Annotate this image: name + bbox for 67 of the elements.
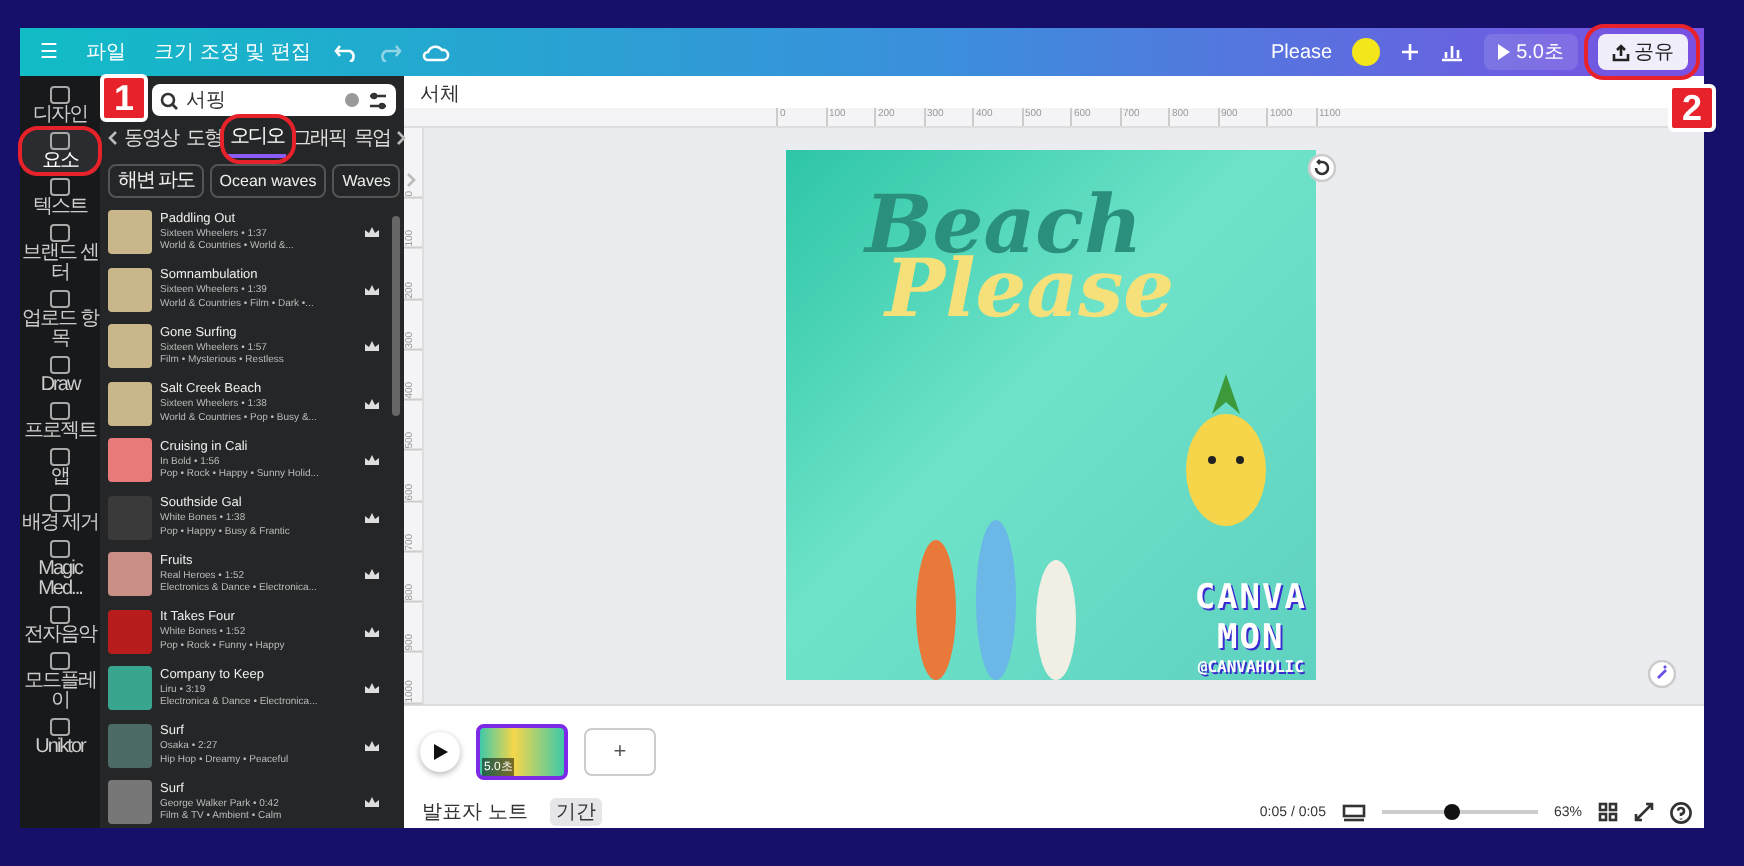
step-number: 1: [100, 74, 148, 122]
design-title[interactable]: Please: [1271, 41, 1333, 63]
rail-item[interactable]: 전자음악: [22, 604, 98, 648]
search-query[interactable]: 서핑: [186, 86, 226, 114]
duration-button[interactable]: 기간: [549, 798, 602, 826]
rail-item[interactable]: 브랜드 센터: [22, 222, 98, 286]
avatar: [1352, 38, 1381, 66]
search-icon: [160, 91, 178, 109]
rail-item[interactable]: 앱: [22, 446, 98, 490]
play-button[interactable]: [420, 731, 460, 771]
tab[interactable]: 오디오: [228, 118, 286, 158]
crown-icon: [364, 226, 380, 239]
tab[interactable]: 동영상: [122, 120, 180, 156]
magic-icon[interactable]: [1648, 660, 1676, 688]
grid-view-icon[interactable]: [1598, 802, 1618, 822]
scrollbar[interactable]: [392, 216, 400, 416]
play-icon[interactable]: [433, 743, 447, 759]
crown-icon: [364, 568, 380, 581]
font-label[interactable]: 서체: [420, 84, 460, 106]
highlight-ring: [1584, 24, 1700, 80]
crown-icon: [364, 682, 380, 695]
logo-text: CANVA: [1194, 578, 1307, 618]
filter-icon[interactable]: [368, 91, 388, 109]
rail-item[interactable]: 배경 제거: [22, 492, 98, 536]
crown-icon: [364, 511, 380, 524]
highlight-ring: [18, 126, 102, 176]
slider-thumb[interactable]: [1444, 804, 1461, 820]
crown-icon: [364, 625, 380, 638]
fullscreen-icon[interactable]: [1634, 802, 1654, 822]
cloud-icon[interactable]: [422, 42, 451, 62]
rail-item[interactable]: Uniktor: [22, 716, 98, 760]
rail-item[interactable]: 요소: [22, 130, 98, 174]
suggestion-chip[interactable]: Ocean waves: [209, 163, 327, 197]
search-field[interactable]: 서핑: [152, 84, 396, 116]
highlight-ring: [220, 114, 296, 164]
suggestion-chip[interactable]: Waves: [332, 163, 401, 197]
crown-icon: [364, 454, 380, 467]
plus-icon[interactable]: [1400, 42, 1421, 62]
crown-icon: [364, 340, 380, 353]
refresh-icon[interactable]: [1308, 154, 1336, 182]
share-icon[interactable]: [1612, 43, 1630, 61]
pages-icon[interactable]: [1341, 803, 1366, 821]
rail-item[interactable]: Draw: [22, 354, 98, 398]
chevron-left-icon[interactable]: [108, 130, 118, 146]
rail-item[interactable]: 디자인: [22, 84, 98, 128]
present-button[interactable]: 5.0초: [1484, 34, 1578, 70]
rail-item[interactable]: Magic Med...: [22, 538, 98, 602]
notes-button[interactable]: 발표자 노트: [416, 798, 534, 826]
step-number: 2: [1668, 84, 1716, 132]
undo-icon[interactable]: [334, 42, 359, 62]
add-page-button[interactable]: +: [584, 727, 656, 775]
crown-icon: [364, 283, 380, 296]
crown-icon: [364, 739, 380, 752]
suggestion-chip[interactable]: 해변 파도: [108, 163, 204, 197]
clear-icon[interactable]: [344, 92, 360, 108]
help-icon[interactable]: [1670, 801, 1692, 823]
logo-text: MON: [1217, 618, 1285, 658]
rail-item[interactable]: 텍스트: [22, 176, 98, 220]
rail-item[interactable]: 프로젝트: [22, 400, 98, 444]
chart-icon[interactable]: [1440, 42, 1465, 62]
crown-icon: [364, 796, 380, 809]
tab[interactable]: 목업: [352, 120, 392, 156]
rail-item[interactable]: 업로드 항목: [22, 288, 98, 352]
share-button[interactable]: 공유: [1598, 34, 1688, 70]
crown-icon: [364, 397, 380, 410]
handle-text: @CANVAHOLIC: [1197, 658, 1304, 676]
rail-item[interactable]: 모드플레이: [22, 650, 98, 714]
